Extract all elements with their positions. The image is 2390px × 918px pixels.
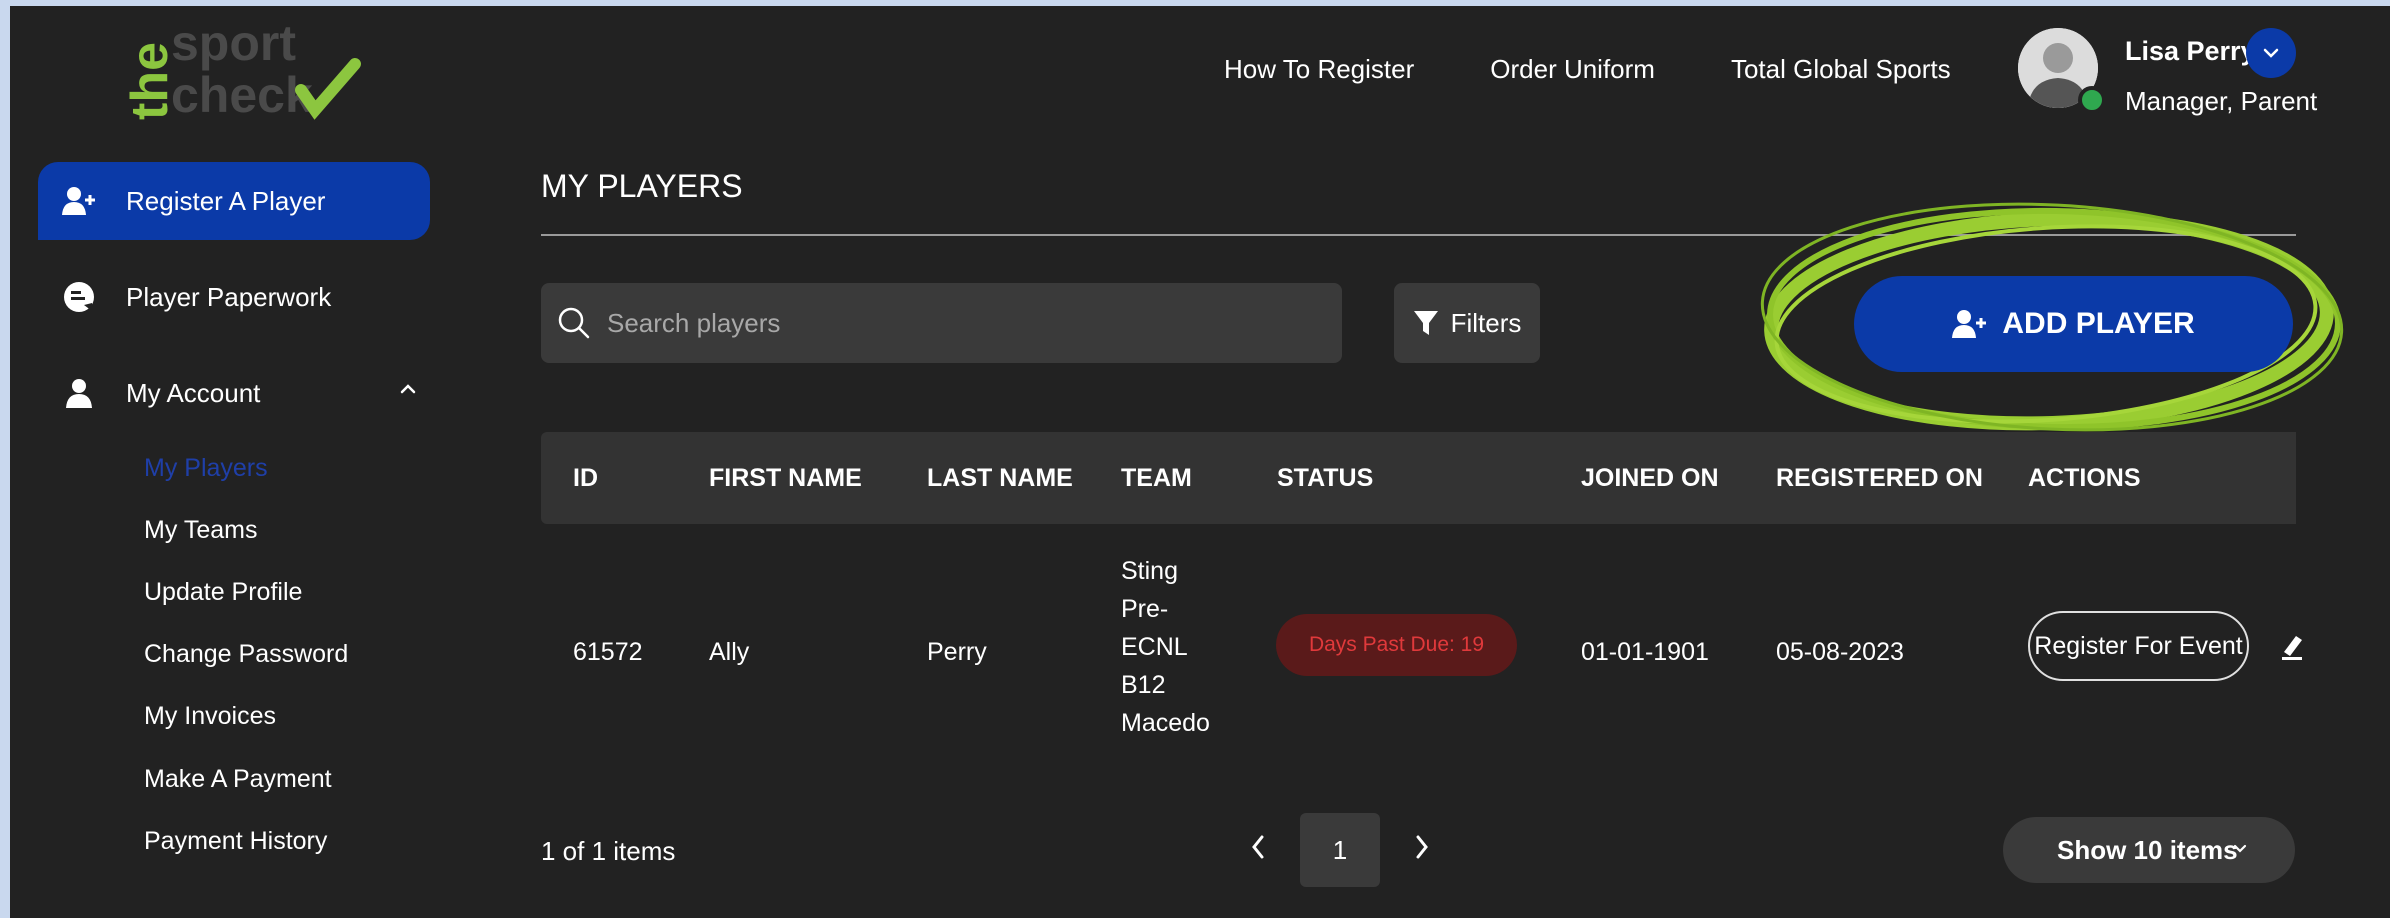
- chevron-down-icon: [2263, 48, 2279, 58]
- sidebar-item-player-paperwork[interactable]: Player Paperwork: [38, 258, 430, 336]
- cell-first-name: Ally: [709, 638, 750, 666]
- team-line: Sting: [1121, 557, 1178, 585]
- user-profile: Lisa Perry Manager, Parent: [2018, 28, 2378, 118]
- online-status-dot: [2078, 86, 2106, 114]
- sidebar-sub-my-invoices[interactable]: My Invoices: [144, 702, 276, 731]
- page-size-select[interactable]: Show 10 items: [2003, 817, 2295, 883]
- cell-registered-on: 05-08-2023: [1776, 638, 1904, 666]
- search-icon: [558, 307, 590, 339]
- status-badge: Days Past Due: 19: [1276, 614, 1517, 676]
- filters-button[interactable]: Filters: [1394, 283, 1540, 363]
- chevron-right-icon[interactable]: [1412, 832, 1432, 862]
- cell-id: 61572: [573, 638, 643, 666]
- cell-team: Sting Pre- ECNL B12 Macedo: [1121, 552, 1221, 742]
- column-header-registered-on[interactable]: REGISTERED ON: [1776, 464, 1983, 493]
- chevron-down-icon: [2233, 844, 2247, 853]
- sidebar-item-label: My Account: [126, 377, 261, 408]
- the-sport-check-logo[interactable]: the sport check: [123, 20, 363, 120]
- search-box[interactable]: [541, 283, 1342, 363]
- column-header-id[interactable]: ID: [573, 464, 598, 493]
- add-player-highlight: ADD PLAYER: [1754, 196, 2354, 446]
- user-menu-button[interactable]: [2246, 28, 2296, 78]
- team-line: Macedo: [1121, 709, 1210, 737]
- sidebar-item-label: Register A Player: [126, 185, 326, 216]
- page-size-label: Show 10 items: [2057, 834, 2238, 865]
- sidebar-item-label: Player Paperwork: [126, 281, 332, 312]
- search-input[interactable]: [607, 307, 1307, 339]
- pagination-summary: 1 of 1 items: [541, 836, 676, 866]
- column-header-first-name[interactable]: FIRST NAME: [709, 464, 862, 493]
- user-icon: [50, 378, 108, 408]
- column-header-team[interactable]: TEAM: [1121, 464, 1192, 493]
- user-plus-icon: [1952, 310, 1987, 338]
- chevron-left-icon[interactable]: [1248, 832, 1268, 862]
- sidebar-sub-change-password[interactable]: Change Password: [144, 640, 348, 669]
- add-player-label: ADD PLAYER: [2002, 307, 2195, 340]
- filters-label: Filters: [1450, 307, 1522, 338]
- cell-joined-on: 01-01-1901: [1581, 638, 1709, 666]
- table-header: ID FIRST NAME LAST NAME TEAM STATUS JOIN…: [541, 432, 2296, 524]
- nav-order-uniform[interactable]: Order Uniform: [1490, 54, 1655, 85]
- user-role: Manager, Parent: [2125, 86, 2318, 116]
- sidebar-sub-update-profile[interactable]: Update Profile: [144, 578, 302, 607]
- nav-how-to-register[interactable]: How To Register: [1224, 54, 1414, 85]
- sidebar-sub-my-teams[interactable]: My Teams: [144, 516, 257, 545]
- user-plus-icon: [50, 186, 108, 216]
- sidebar-item-my-account[interactable]: My Account: [38, 354, 430, 432]
- cell-last-name: Perry: [927, 638, 987, 666]
- column-header-actions: ACTIONS: [2028, 464, 2141, 492]
- team-line: ECNL: [1121, 633, 1188, 661]
- user-name: Lisa Perry: [2125, 36, 2256, 66]
- app-window: the sport check How To Register Order Un…: [10, 6, 2390, 918]
- logo-word-check: check: [171, 67, 313, 120]
- register-for-event-button[interactable]: Register For Event: [2028, 611, 2249, 681]
- column-header-status[interactable]: STATUS: [1277, 464, 1373, 493]
- team-line: B12: [1121, 671, 1166, 699]
- paperwork-icon: [50, 281, 108, 313]
- nav-total-global-sports[interactable]: Total Global Sports: [1731, 54, 1951, 85]
- team-line: Pre-: [1121, 595, 1169, 623]
- top-navigation: How To Register Order Uniform Total Glob…: [1224, 54, 1951, 85]
- chevron-up-icon[interactable]: [398, 382, 418, 396]
- sidebar-sub-make-payment[interactable]: Make A Payment: [144, 765, 332, 794]
- column-header-last-name[interactable]: LAST NAME: [927, 464, 1073, 493]
- logo-word-sport: sport: [171, 20, 296, 71]
- filter-funnel-icon: [1413, 311, 1438, 335]
- edit-pencil-icon[interactable]: [2280, 632, 2304, 660]
- pagination-current-page[interactable]: 1: [1300, 813, 1380, 887]
- column-header-joined-on[interactable]: JOINED ON: [1581, 464, 1719, 493]
- sidebar-item-register-player[interactable]: Register A Player: [38, 162, 430, 240]
- page-title: MY PLAYERS: [541, 168, 743, 204]
- add-player-button[interactable]: ADD PLAYER: [1854, 276, 2293, 372]
- sidebar-sub-payment-history[interactable]: Payment History: [144, 827, 327, 856]
- sidebar-sub-my-players[interactable]: My Players: [144, 454, 268, 483]
